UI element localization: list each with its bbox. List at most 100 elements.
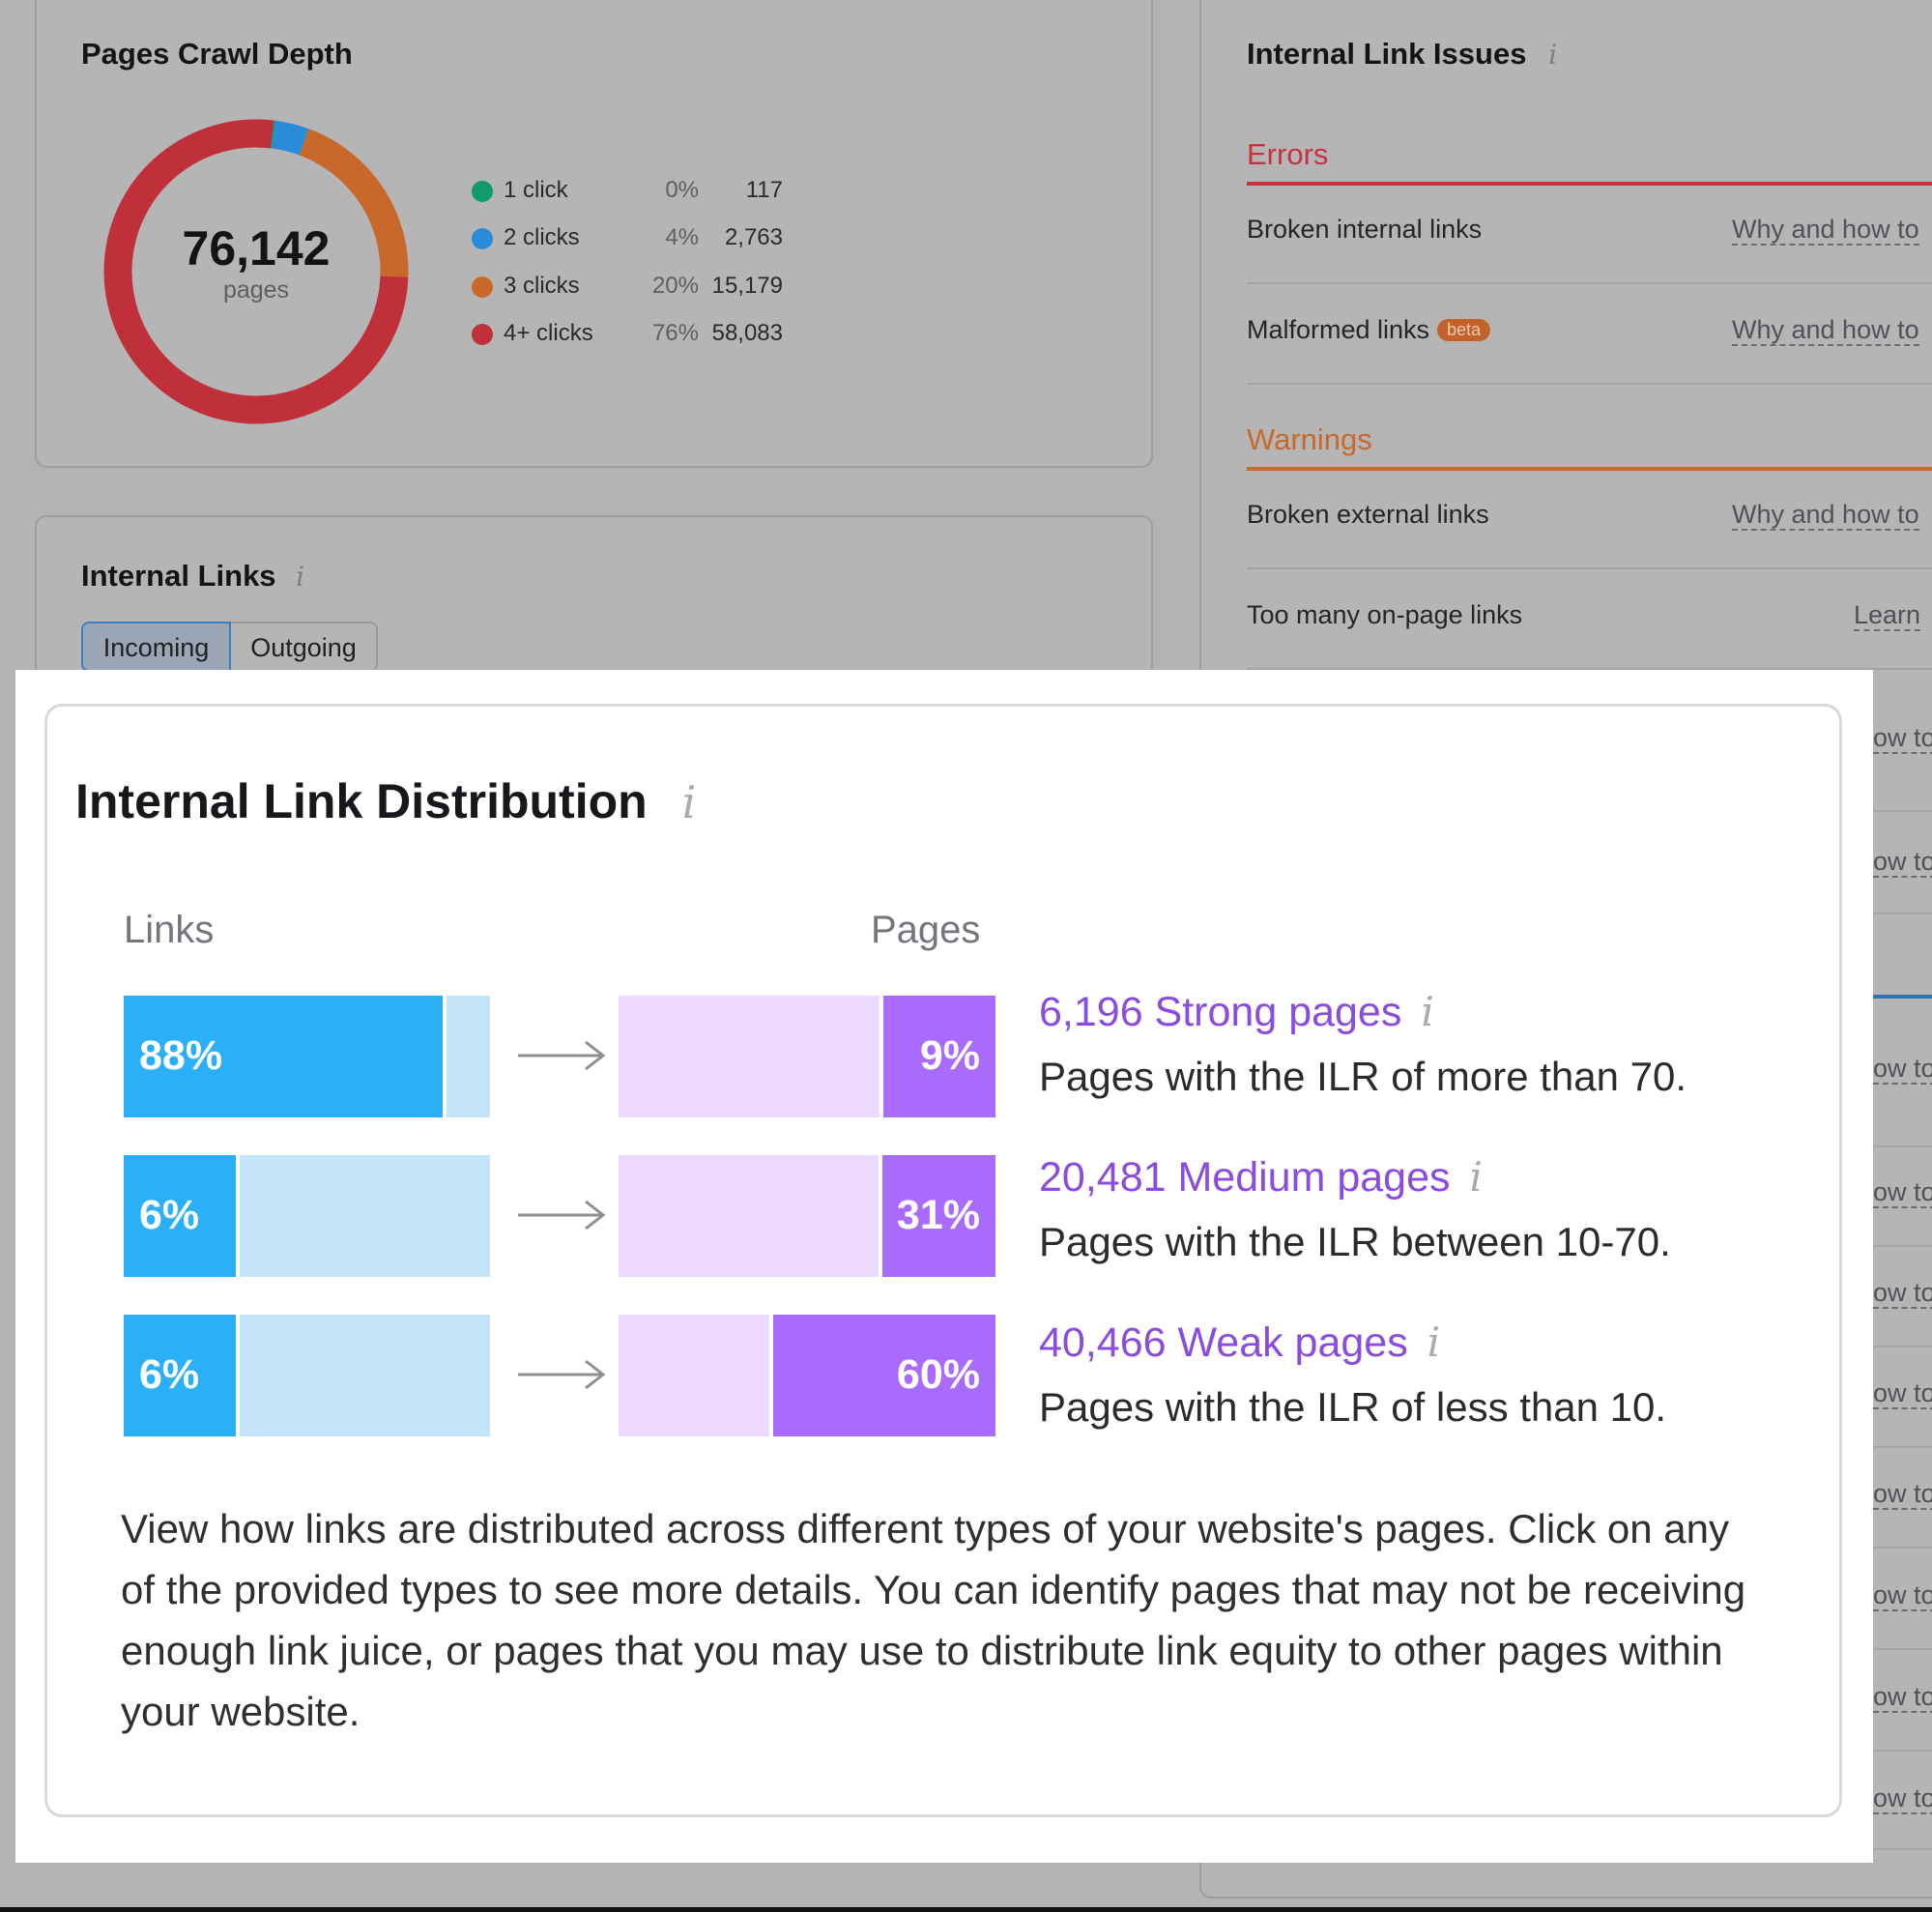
links-pct-label: 6% [139, 1351, 200, 1398]
pages-pct-label: 9% [919, 1032, 980, 1079]
arrow-right-icon [518, 1040, 606, 1071]
legend-label: 3 clicks [504, 273, 580, 299]
distribution-title: Internal Link Distribution i [75, 773, 696, 829]
legend-pct: 0% [665, 177, 699, 203]
distribution-description: View how links are distributed across di… [121, 1506, 1746, 1734]
tab-outgoing[interactable]: Outgoing [231, 622, 378, 672]
legend-item-1-click[interactable]: 1 click 0% 117 [470, 171, 789, 210]
info-icon[interactable]: i [1470, 1153, 1483, 1201]
info-icon[interactable]: i [1548, 39, 1557, 71]
distribution-row[interactable]: 6% 31% [124, 1155, 995, 1277]
info-icon[interactable]: i [1427, 1318, 1440, 1366]
divider [1873, 913, 1932, 914]
tab-incoming[interactable]: Incoming [81, 622, 231, 672]
why-how-link[interactable]: ow to [1873, 1479, 1932, 1510]
pages-column-header: Pages [871, 909, 981, 951]
page-type-link[interactable]: 40,466 Weak pages i [1039, 1318, 1812, 1367]
page-type-label[interactable]: 20,481 Medium pages [1039, 1154, 1451, 1201]
page-type-link[interactable]: 6,196 Strong pages i [1039, 988, 1812, 1036]
legend-pct: 4% [665, 224, 699, 250]
legend-item-2-clicks[interactable]: 2 clicks 4% 2,763 [470, 218, 789, 257]
crawl-depth-title: Pages Crawl Depth [81, 37, 353, 71]
divider [1873, 1346, 1932, 1347]
issue-row-broken-internal[interactable]: Broken internal links Why and how to [1247, 184, 1932, 284]
info-icon[interactable]: i [296, 561, 304, 593]
errors-label: Errors [1247, 137, 1329, 171]
pages-bar[interactable]: 9% [619, 996, 995, 1117]
page-type-subtext: Pages with the ILR between 10-70. [1039, 1219, 1671, 1264]
divider [1873, 1145, 1932, 1147]
divider [1873, 1848, 1932, 1850]
donut-segment-2-clicks[interactable] [271, 120, 309, 156]
screen-bottom-edge [0, 1907, 1932, 1912]
legend-value: 58,083 [711, 320, 783, 346]
distribution-title-text: Internal Link Distribution [75, 774, 648, 828]
why-how-link[interactable]: ow to [1873, 1783, 1932, 1814]
donut-total: 76,142 [182, 221, 331, 275]
links-bar[interactable]: 6% [124, 1155, 490, 1277]
why-how-link[interactable]: Why and how to [1732, 500, 1919, 531]
why-how-link[interactable]: ow to [1873, 1177, 1932, 1208]
why-how-link[interactable]: Why and how to [1732, 215, 1919, 246]
links-bar[interactable]: 6% [124, 1315, 490, 1436]
info-icon[interactable]: i [682, 776, 697, 828]
links-column-header: Links [124, 909, 215, 951]
pages-bar[interactable]: 60% [619, 1315, 995, 1436]
why-how-link[interactable]: ow to [1873, 1378, 1932, 1409]
legend-pct: 20% [651, 273, 699, 299]
pages-pct-label: 31% [896, 1192, 980, 1238]
page-type-description: 40,466 Weak pages i Pages with the ILR of … [1039, 1318, 1812, 1431]
arrow-right-icon [518, 1359, 606, 1390]
internal-links-title: Internal Links i [81, 559, 304, 594]
notices-section-line [1873, 995, 1932, 999]
pages-pct-label: 60% [896, 1351, 980, 1398]
why-how-link[interactable]: ow to [1873, 1054, 1932, 1085]
links-pct-label: 6% [139, 1192, 200, 1238]
issues-title: Internal Link Issues i [1247, 37, 1557, 72]
divider [1873, 1648, 1932, 1650]
issue-name: Broken internal links [1247, 215, 1483, 244]
divider [1873, 810, 1932, 812]
legend-label: 4+ clicks [504, 320, 593, 346]
links-bar[interactable]: 88% [124, 996, 490, 1117]
legend-pct: 76% [651, 320, 699, 346]
why-how-link[interactable]: ow to [1873, 847, 1932, 878]
issue-name: Too many on-page links [1247, 600, 1523, 629]
issue-row-too-many-links[interactable]: Too many on-page links Learn [1247, 569, 1932, 670]
internal-links-title-text: Internal Links [81, 559, 276, 593]
warnings-label: Warnings [1247, 422, 1372, 456]
divider [1873, 1750, 1932, 1752]
why-how-link[interactable]: ow to [1873, 1682, 1932, 1713]
distribution-row[interactable]: 88% 9% [124, 996, 995, 1117]
issue-name-text: Malformed links [1247, 315, 1430, 344]
why-how-link[interactable]: Why and how to [1732, 315, 1919, 346]
why-how-link[interactable]: ow to [1873, 723, 1932, 754]
info-icon[interactable]: i [1421, 988, 1433, 1035]
issue-name: Malformed links beta [1247, 315, 1491, 345]
page-type-subtext: Pages with the ILR of more than 70. [1039, 1054, 1687, 1099]
divider [1873, 1547, 1932, 1549]
errors-section-header: Errors [1247, 137, 1932, 186]
page-type-description: 20,481 Medium pages i Pages with the ILR b… [1039, 1153, 1812, 1265]
page-type-subtext: Pages with the ILR of less than 10. [1039, 1384, 1667, 1430]
why-how-link[interactable]: ow to [1873, 1580, 1932, 1611]
legend-value: 117 [745, 177, 783, 203]
legend-dot-icon [472, 276, 493, 298]
page-type-label[interactable]: 6,196 Strong pages [1039, 989, 1401, 1035]
page-type-link[interactable]: 20,481 Medium pages i [1039, 1153, 1812, 1202]
page-type-label[interactable]: 40,466 Weak pages [1039, 1319, 1408, 1366]
learn-link[interactable]: Learn [1854, 600, 1921, 631]
why-how-link[interactable]: ow to [1873, 1278, 1932, 1309]
issue-row-malformed[interactable]: Malformed links beta Why and how to [1247, 284, 1932, 385]
page-type-description: 6,196 Strong pages i Pages with the ILR of… [1039, 988, 1812, 1100]
distribution-row[interactable]: 6% 60% [124, 1315, 995, 1436]
beta-badge: beta [1437, 319, 1491, 341]
links-pct-label: 88% [139, 1032, 223, 1079]
issue-row-broken-external[interactable]: Broken external links Why and how to [1247, 469, 1932, 569]
legend-item-3-clicks[interactable]: 3 clicks 20% 15,179 [470, 267, 789, 305]
legend-label: 2 clicks [504, 224, 580, 250]
pages-bar[interactable]: 31% [619, 1155, 995, 1277]
legend-dot-icon [472, 324, 493, 345]
legend-dot-icon [472, 228, 493, 249]
legend-item-4plus-clicks[interactable]: 4+ clicks 76% 58,083 [470, 314, 789, 353]
